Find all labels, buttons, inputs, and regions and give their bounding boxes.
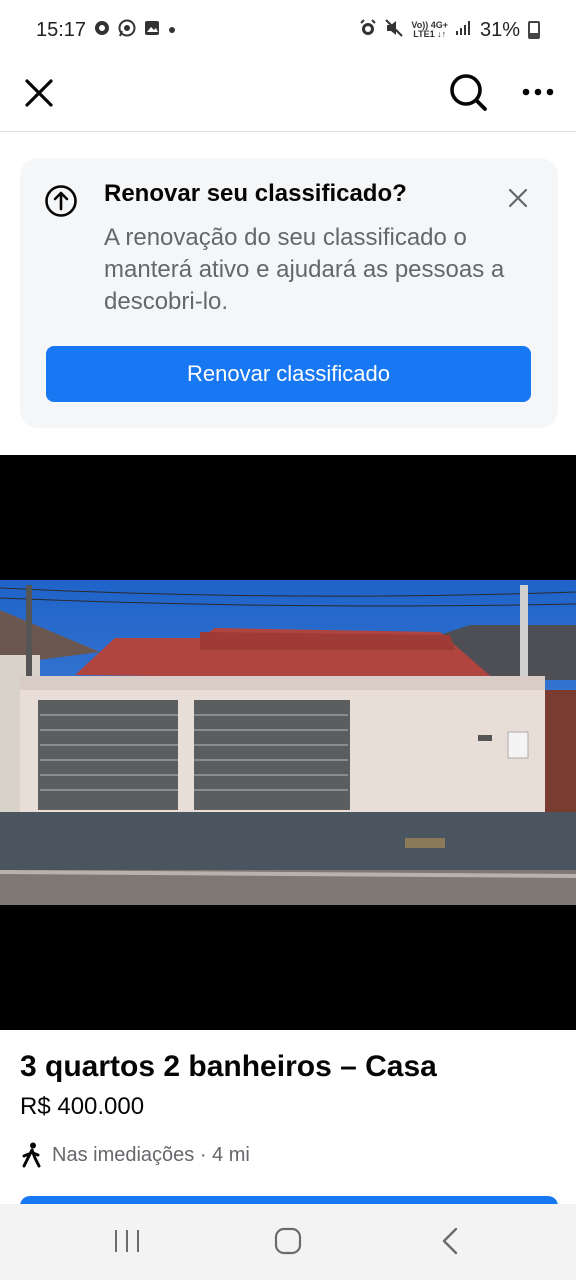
- notification-dot: [168, 21, 176, 39]
- listing-title: 3 quartos 2 banheiros – Casa: [20, 1050, 437, 1083]
- network-bottom: LTE1 ↓↑: [413, 29, 447, 39]
- dismiss-card-icon[interactable]: [504, 184, 532, 212]
- back-icon[interactable]: [436, 1226, 466, 1261]
- alarm-icon: [359, 18, 377, 42]
- search-icon[interactable]: [446, 70, 490, 114]
- walking-icon: [20, 1142, 44, 1168]
- renew-listing-button[interactable]: Renovar classificado: [46, 346, 531, 402]
- listing-price: R$ 400.000: [20, 1093, 145, 1120]
- battery-level: 31%: [479, 18, 520, 41]
- gallery-icon: [144, 20, 160, 41]
- status-left: 15:17: [36, 19, 176, 42]
- house-photo: [0, 580, 576, 905]
- recents-icon[interactable]: [112, 1226, 142, 1261]
- home-icon[interactable]: [273, 1226, 303, 1261]
- whatsapp-icon: [118, 19, 136, 42]
- close-icon[interactable]: [22, 76, 56, 110]
- renew-listing-card: Renovar seu classificado? A renovação do…: [20, 158, 558, 428]
- signal-icon: [455, 20, 472, 40]
- status-time: 15:17: [36, 18, 87, 41]
- nav-bar: [0, 60, 576, 132]
- arrow-up-circle-icon: [44, 184, 78, 218]
- chrome-icon: [94, 20, 110, 41]
- volte-lte-icon: Vo)) 4G+ LTE1 ↓↑: [411, 21, 448, 39]
- listing-photo[interactable]: [0, 455, 576, 1030]
- system-nav-bar: [0, 1204, 576, 1280]
- listing-location: Nas imediações · 4 mi: [20, 1142, 250, 1168]
- location-text: Nas imediações · 4 mi: [52, 1143, 250, 1166]
- battery-icon: [528, 21, 540, 39]
- status-right: Vo)) 4G+ LTE1 ↓↑ 31%: [359, 19, 540, 42]
- renew-title: Renovar seu classificado?: [104, 180, 407, 207]
- renew-description: A renovação do seu classificado o manter…: [104, 224, 505, 315]
- status-bar: 15:17 Vo)) 4G+ LTE1 ↓↑ 31%: [0, 0, 576, 60]
- more-icon[interactable]: [516, 74, 560, 110]
- mute-icon: [385, 18, 404, 42]
